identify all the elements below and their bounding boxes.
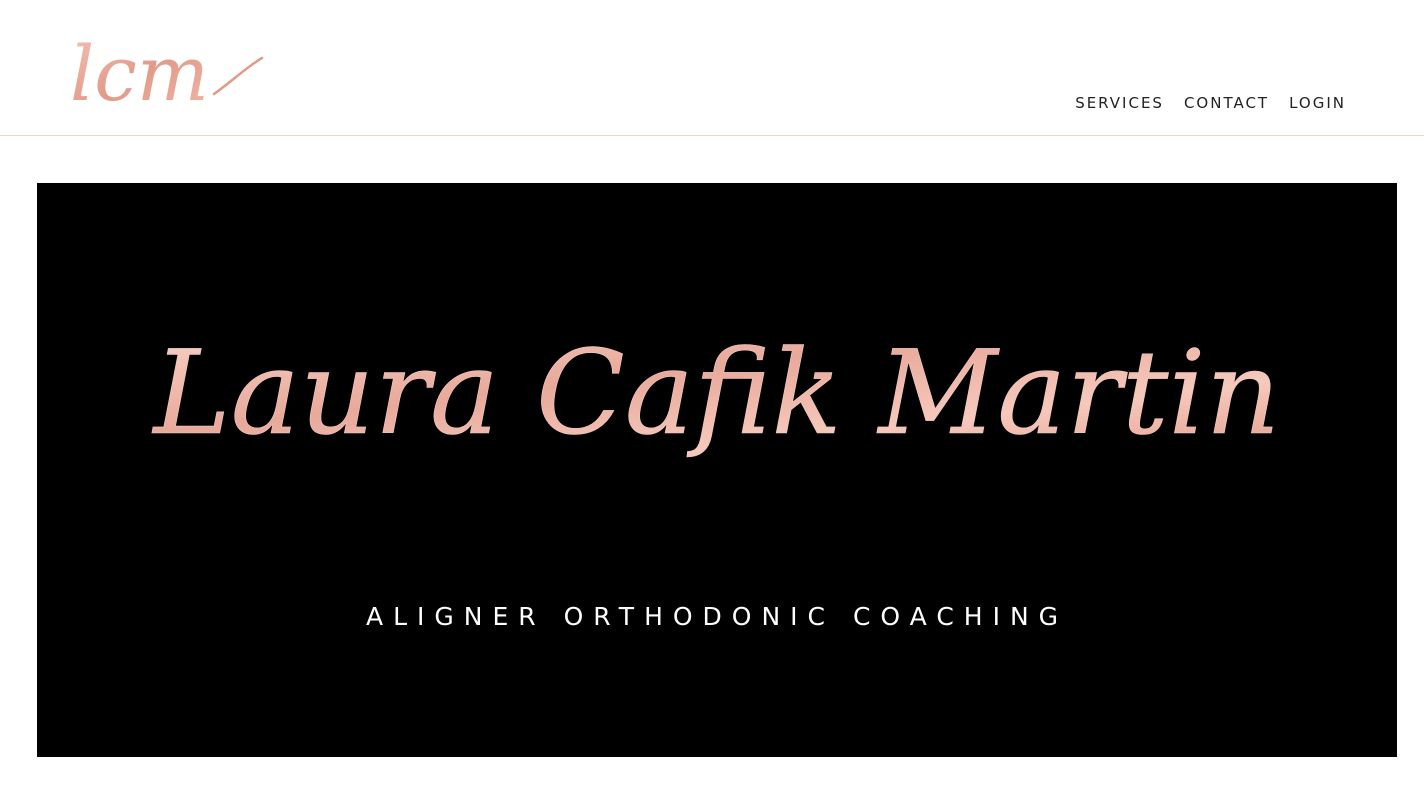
logo[interactable]: lcm bbox=[66, 18, 276, 118]
hero-subtitle: ALIGNER ORTHODONIC COACHING bbox=[365, 602, 1069, 631]
nav-contact-link[interactable]: CONTACT bbox=[1184, 93, 1269, 113]
hero-title: Laura Cafik Martin bbox=[152, 326, 1281, 461]
site-header: lcm SERVICES CONTACT LOGIN bbox=[0, 0, 1424, 136]
logo-text: lcm bbox=[70, 29, 209, 118]
logo-mark-icon: lcm bbox=[70, 29, 264, 118]
nav-login-link[interactable]: LOGIN bbox=[1289, 93, 1346, 113]
nav-services-link[interactable]: SERVICES bbox=[1075, 93, 1164, 113]
hero-title-graphic: Laura Cafik Martin bbox=[151, 326, 1281, 462]
main-nav: SERVICES CONTACT LOGIN bbox=[1075, 93, 1346, 113]
hero-banner: Laura Cafik Martin ALIGNER ORTHODONIC CO… bbox=[37, 183, 1397, 757]
